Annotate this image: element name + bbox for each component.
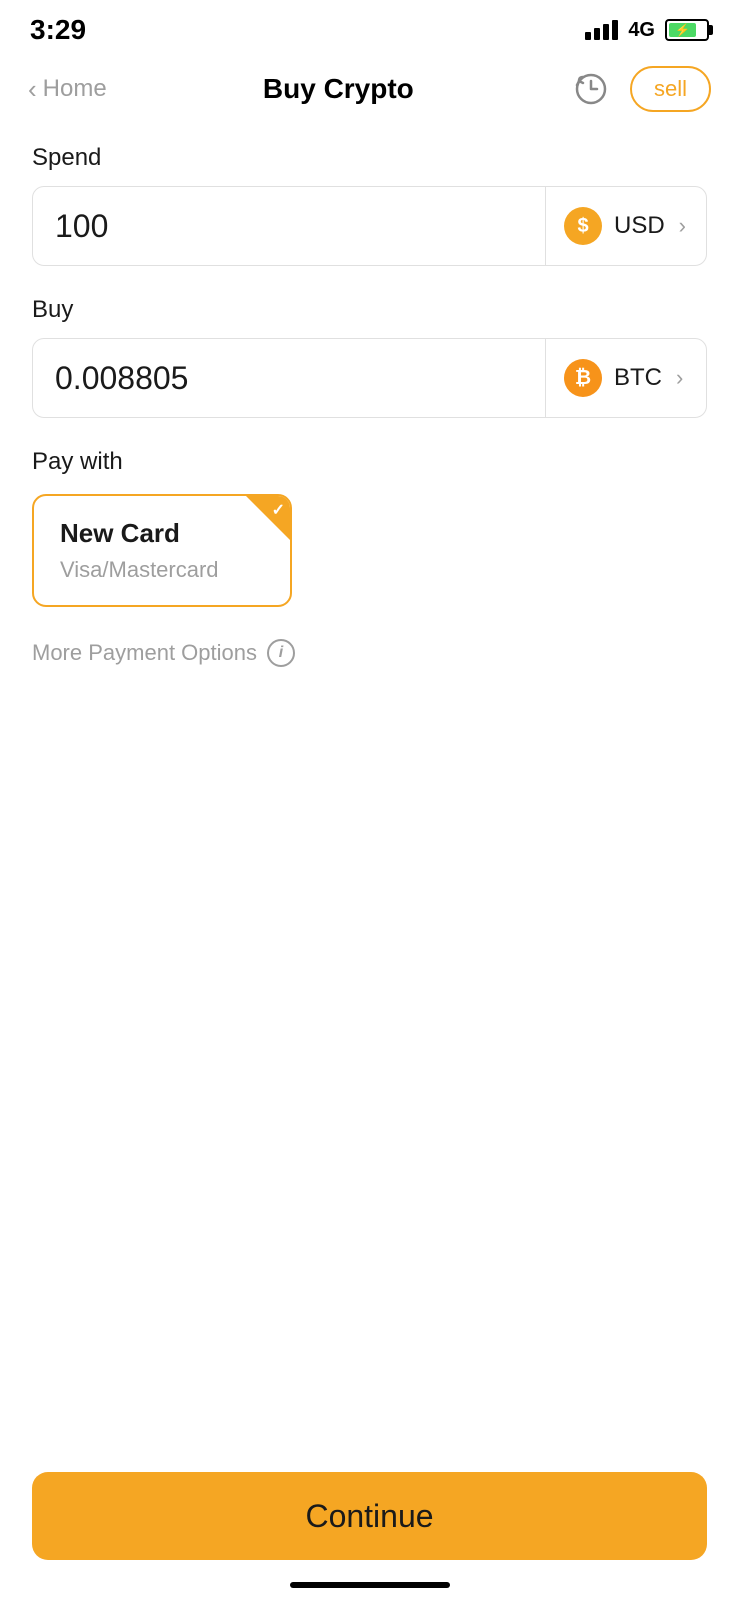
status-bar: 3:29 4G ⚡ [0, 0, 739, 54]
back-label: Home [43, 75, 107, 103]
spend-currency-code: USD [614, 212, 665, 240]
buy-amount-input[interactable] [33, 339, 545, 417]
info-icon: i [267, 639, 295, 667]
spend-label: Spend [32, 144, 707, 172]
signal-bar-4 [612, 20, 618, 40]
signal-bar-3 [603, 24, 609, 40]
more-payment-options[interactable]: More Payment Options i [32, 639, 707, 667]
buy-label: Buy [32, 296, 707, 324]
history-button[interactable] [570, 68, 612, 110]
spend-amount-input[interactable] [33, 187, 545, 265]
btc-symbol: ₿ [575, 367, 591, 390]
more-options-text: More Payment Options [32, 640, 257, 666]
page-title: Buy Crypto [263, 73, 414, 105]
battery-icon: ⚡ [665, 19, 709, 41]
pay-with-label: Pay with [32, 448, 707, 476]
buy-currency-chevron-icon: › [676, 365, 683, 391]
checkmark-icon: ✓ [272, 500, 285, 520]
spend-currency-selector[interactable]: $ USD › [546, 187, 706, 265]
buy-input-row: ₿ BTC › [32, 338, 707, 418]
card-type: Visa/Mastercard [60, 557, 264, 583]
signal-bars-icon [585, 20, 618, 40]
nav-actions: sell [570, 66, 711, 112]
usd-currency-icon: $ [564, 207, 602, 245]
nav-bar: ‹ Home Buy Crypto sell [0, 54, 739, 124]
status-time: 3:29 [30, 14, 86, 46]
btc-currency-icon: ₿ [564, 359, 602, 397]
card-option[interactable]: ✓ New Card Visa/Mastercard [32, 494, 292, 607]
back-chevron-icon: ‹ [28, 76, 37, 102]
signal-bar-2 [594, 28, 600, 40]
back-button[interactable]: ‹ Home [28, 75, 107, 103]
main-content: Spend $ USD › Buy ₿ BTC › Pay with ✓ New… [0, 124, 739, 687]
sell-button[interactable]: sell [630, 66, 711, 112]
continue-button[interactable]: Continue [32, 1472, 707, 1560]
spend-currency-chevron-icon: › [679, 213, 686, 239]
continue-button-wrapper: Continue [32, 1472, 707, 1560]
buy-currency-code: BTC [614, 364, 662, 392]
home-indicator [290, 1582, 450, 1588]
card-name: New Card [60, 518, 264, 549]
network-type: 4G [628, 19, 655, 42]
spend-input-row: $ USD › [32, 186, 707, 266]
buy-currency-selector[interactable]: ₿ BTC › [546, 339, 706, 417]
usd-symbol: $ [577, 215, 588, 238]
status-right: 4G ⚡ [585, 19, 709, 42]
signal-bar-1 [585, 32, 591, 40]
battery-bolt-icon: ⚡ [675, 23, 690, 37]
